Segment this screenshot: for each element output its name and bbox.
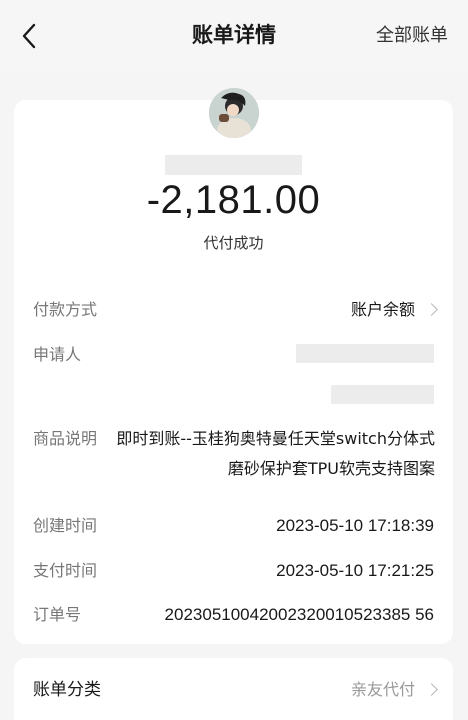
created-time-value: 2023-05-10 17:18:39 [276,516,434,535]
order-number-label: 订单号 [33,605,82,624]
order-number-value: 20230510042002320010523385 56 [164,605,434,624]
amount: -2,181.00 [146,178,321,222]
payment-method-value: 账户余额 [350,300,415,319]
nav-bar: 账单详情 全部账单 [0,0,468,72]
redacted-applicant-line1 [296,344,434,363]
category-value: 亲友代付 [350,680,415,699]
bill-category-card[interactable]: 账单分类 亲友代付 [14,658,453,720]
chevron-right-icon [425,303,438,316]
paid-time-label: 支付时间 [33,561,98,580]
payment-method-row[interactable]: 账户余额 [350,298,438,322]
payment-method-label: 付款方式 [33,300,98,319]
bill-detail-card: -2,181.00 代付成功 付款方式 账户余额 申请人 商品说明 即时到账--… [14,88,453,644]
redacted-name [165,155,302,175]
redacted-applicant-line2 [331,385,434,404]
category-label: 账单分类 [33,680,101,700]
status-text: 代付成功 [203,234,264,252]
avatar [209,88,259,138]
created-time-label: 创建时间 [33,516,98,535]
paid-time-value: 2023-05-10 17:21:25 [276,561,434,580]
all-bills-link[interactable]: 全部账单 [376,22,448,50]
applicant-label: 申请人 [33,345,82,364]
product-value: 即时到账--玉桂狗奥特曼任天堂switch分体式磨砂保护套TPU软壳支持图案 [116,429,435,478]
category-row[interactable]: 亲友代付 [350,678,438,702]
chevron-right-icon [425,683,438,696]
product-label: 商品说明 [33,429,98,448]
